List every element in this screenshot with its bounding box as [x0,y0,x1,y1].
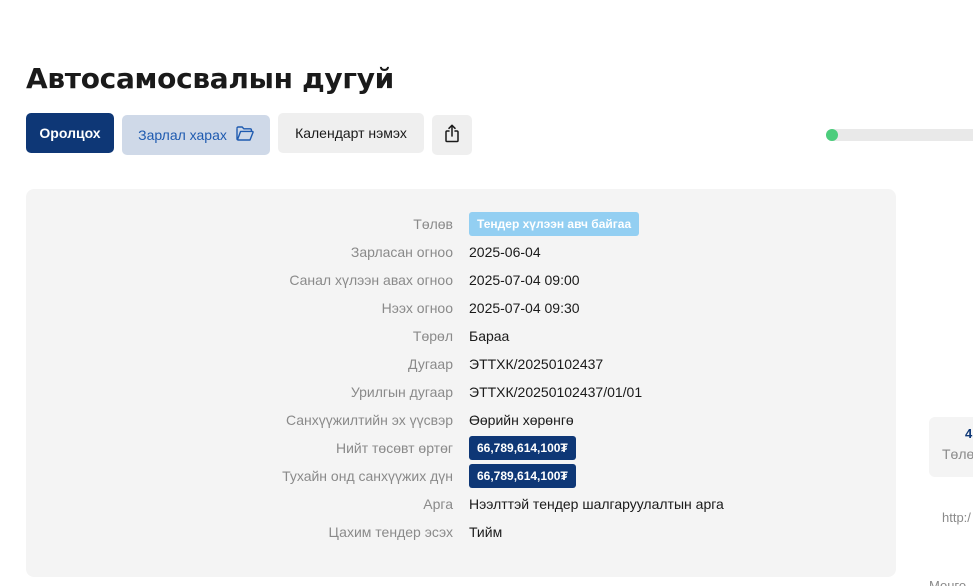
detail-label: Арга [423,496,453,512]
detail-value: Өөрийн хөрөнгө [469,412,574,428]
detail-value: 2025-06-04 [469,244,541,260]
detail-row: Цахим тендер эсэх Тийм [26,518,896,546]
folder-open-icon [236,126,254,144]
detail-value: 66,789,614,100₮ [469,464,576,488]
detail-label: Санхүүжилтийн эх үүсвэр [285,412,453,428]
progress-fill [826,129,838,141]
add-to-calendar-button[interactable]: Календарт нэмэх [278,113,424,153]
detail-value: Бараа [469,328,510,344]
detail-row: Арга Нээлттэй тендер шалгаруулалтын арга [26,490,896,518]
detail-row: Зарласан огноо 2025-06-04 [26,238,896,266]
detail-row: Урилгын дугаар ЭТТХК/20250102437/01/01 [26,378,896,406]
detail-label: Төрөл [412,328,453,344]
detail-row: Нээх огноо 2025-07-04 09:30 [26,294,896,322]
participate-button[interactable]: Оролцох [26,113,114,153]
view-notice-label: Зарлал харах [138,127,227,143]
detail-label: Урилгын дугаар [350,384,453,400]
detail-value: 66,789,614,100₮ [469,436,576,460]
share-button[interactable] [432,115,472,155]
details-list: Төлөв Тендер хүлээн авч байгаа Зарласан ог… [26,210,896,546]
detail-value: 2025-07-04 09:30 [469,300,580,316]
progress-bar [826,129,973,141]
side-link[interactable]: http:/ [942,510,971,525]
view-notice-button[interactable]: Зарлал харах [122,115,270,155]
detail-row: Тухайн онд санхүүжих дүн 66,789,614,100₮ [26,462,896,490]
detail-label: Санал хүлээн авах огноо [289,272,453,288]
detail-row: Дугаар ЭТТХК/20250102437 [26,350,896,378]
detail-value: ЭТТХК/20250102437 [469,356,604,372]
page-title: Автосамосвалын дугуй [26,62,394,95]
share-icon [444,124,460,146]
side-stat-label: Төлө [942,446,973,462]
detail-label: Зарласан огноо [350,244,453,260]
detail-value: ЭТТХК/20250102437/01/01 [469,384,643,400]
side-bottom-text: Монго [929,578,967,586]
side-stat-number: 4 [965,426,973,441]
detail-value: Нээлттэй тендер шалгаруулалтын арга [469,496,724,512]
detail-label: Төлөв [413,216,453,232]
amount-badge: 66,789,614,100₮ [469,436,576,460]
detail-label: Нийт төсөвт өртөг [335,440,453,456]
detail-row: Нийт төсөвт өртөг 66,789,614,100₮ [26,434,896,462]
detail-value: Тийм [469,524,503,540]
detail-label: Цахим тендер эсэх [328,524,453,540]
detail-value: Тендер хүлээн авч байгаа [469,212,640,236]
detail-row: Төлөв Тендер хүлээн авч байгаа [26,210,896,238]
detail-label: Тухайн онд санхүүжих дүн [282,468,453,484]
detail-value: 2025-07-04 09:00 [469,272,580,288]
detail-row: Санхүүжилтийн эх үүсвэр Өөрийн хөрөнгө [26,406,896,434]
detail-label: Дугаар [408,356,453,372]
detail-row: Санал хүлээн авах огноо 2025-07-04 09:00 [26,266,896,294]
tender-details-card: Төлөв Тендер хүлээн авч байгаа Зарласан ог… [26,189,896,577]
amount-badge: 66,789,614,100₮ [469,464,576,488]
status-badge: Тендер хүлээн авч байгаа [469,212,640,236]
detail-row: Төрөл Бараа [26,322,896,350]
detail-label: Нээх огноо [381,300,453,316]
